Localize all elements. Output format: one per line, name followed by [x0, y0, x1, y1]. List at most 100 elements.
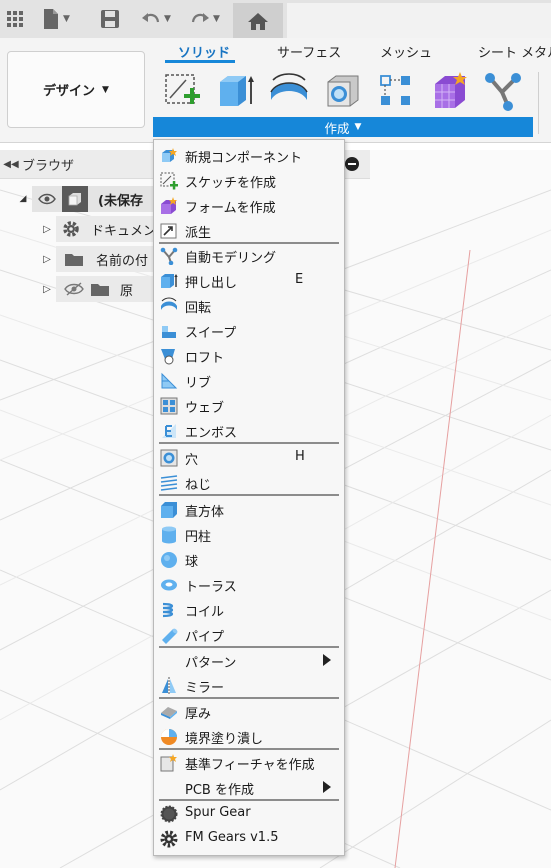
expanded-triangle-icon[interactable]: ◢	[14, 194, 32, 204]
menu-item-pipe[interactable]: パイプ	[154, 622, 344, 647]
menu-item-rib[interactable]: リブ	[154, 368, 344, 393]
menu-item-hole[interactable]: 穴 H	[154, 445, 344, 470]
file-icon[interactable]: ▼	[42, 6, 70, 32]
menu-item-revolve[interactable]: 回転	[154, 293, 344, 318]
menu-item-coil[interactable]: コイル	[154, 597, 344, 622]
ribbon-separator	[538, 72, 539, 134]
extrude-icon[interactable]	[212, 68, 258, 114]
browser-item-named-views[interactable]: ▷ 名前の付	[38, 246, 156, 272]
hole-icon[interactable]	[320, 68, 366, 114]
cylinder-icon	[162, 526, 176, 544]
menu-item-web[interactable]: ウェブ	[154, 393, 344, 418]
browser-item-document-settings[interactable]: ▷ ドキュメン	[38, 216, 156, 242]
menu-item-boundary-fill[interactable]: 境界塗り潰し	[154, 724, 344, 749]
menu-item-label: スイープ	[185, 326, 237, 341]
collapse-icon[interactable]: ◀◀	[0, 159, 22, 170]
extrude-icon	[161, 274, 178, 288]
menu-item-new-component[interactable]: 新規コンポーネント	[154, 143, 344, 168]
menu-item-thicken[interactable]: 厚み	[154, 699, 344, 724]
menu-item-label: 押し出し	[185, 276, 238, 291]
menu-item-label: トーラス	[185, 580, 237, 595]
browser-title: ブラウザ	[22, 158, 75, 174]
menu-item-pattern[interactable]: パターン	[154, 648, 344, 673]
hidden-eye-icon[interactable]	[60, 282, 88, 296]
revolve-icon[interactable]	[266, 68, 312, 114]
workspace-switcher[interactable]: デザイン ▼	[7, 51, 145, 128]
menu-item-automodel[interactable]: 自動モデリング	[154, 243, 344, 268]
tab-surface[interactable]: サーフェス	[277, 42, 341, 64]
menu-item-label: 基準フィーチャを作成	[185, 758, 315, 773]
menu-item-thread[interactable]: ねじ	[154, 470, 344, 495]
grid-icon[interactable]	[6, 6, 24, 32]
menu-item-derive[interactable]: 派生	[154, 218, 344, 243]
thicken-icon	[161, 707, 177, 719]
minus-icon[interactable]	[345, 157, 359, 171]
browser-item-label: 名前の付	[96, 253, 149, 269]
menu-item-label: 新規コンポーネント	[185, 151, 303, 166]
collapsed-triangle-icon[interactable]: ▷	[38, 284, 56, 295]
gear-icon	[60, 220, 83, 238]
menu-item-create-sketch[interactable]: スケッチを作成	[154, 168, 344, 193]
new-sketch-icon[interactable]	[160, 68, 206, 114]
browser-item-origin[interactable]: ▷ 原	[38, 276, 156, 302]
menu-item-create-pcb[interactable]: PCB を作成	[154, 775, 344, 800]
box-icon	[161, 502, 177, 518]
menu-item-mirror[interactable]: ミラー	[154, 673, 344, 698]
menu-item-sweep[interactable]: スイープ	[154, 318, 344, 343]
menu-item-create-form[interactable]: フォームを作成	[154, 193, 344, 218]
menu-item-base-feature[interactable]: 基準フィーチャを作成	[154, 750, 344, 775]
base-feature-icon	[160, 754, 177, 772]
chevron-down-icon: ▼	[63, 14, 70, 24]
menu-item-label: 回転	[185, 301, 212, 316]
tab-mesh[interactable]: メッシュ	[380, 42, 432, 64]
menu-item-sphere[interactable]: 球	[154, 547, 344, 572]
menu-item-box[interactable]: 直方体	[154, 497, 344, 522]
shortcut-key: H	[295, 449, 305, 464]
rib-icon	[161, 372, 178, 389]
chevron-down-icon: ▼	[354, 122, 362, 132]
home-tab[interactable]	[233, 3, 283, 38]
menu-item-label: エンボス	[185, 426, 238, 441]
menu-separator	[159, 494, 339, 496]
boundary-fill-icon	[161, 729, 177, 745]
collapsed-triangle-icon[interactable]: ▷	[38, 224, 56, 235]
chevron-down-icon: ▼	[102, 84, 109, 95]
menu-item-label: PCB を作成	[185, 783, 254, 798]
pattern-icon[interactable]	[373, 68, 419, 114]
menu-item-cylinder[interactable]: 円柱	[154, 522, 344, 547]
undo-icon[interactable]: ▼	[141, 6, 171, 32]
automodel-icon[interactable]	[480, 68, 526, 114]
emboss-icon	[162, 424, 176, 438]
menu-item-spur-gear[interactable]: Spur Gear	[154, 801, 344, 826]
menu-item-label: ロフト	[185, 351, 225, 366]
menu-item-loft[interactable]: ロフト	[154, 343, 344, 368]
spur-gear-icon	[160, 805, 178, 823]
redo-icon[interactable]: ▼	[190, 6, 220, 32]
folder-icon	[60, 251, 88, 267]
menu-item-torus[interactable]: トーラス	[154, 572, 344, 597]
web-icon	[160, 397, 178, 415]
collapsed-triangle-icon[interactable]: ▷	[38, 254, 56, 265]
form-icon[interactable]	[427, 68, 473, 114]
create-dropdown-button[interactable]: 作成 ▼	[153, 117, 533, 137]
derive-icon	[160, 223, 177, 239]
menu-item-emboss[interactable]: エンボス	[154, 418, 344, 443]
save-icon[interactable]	[100, 6, 120, 32]
automodel-icon	[160, 247, 178, 265]
submenu-arrow-icon	[323, 654, 331, 666]
eye-icon[interactable]	[32, 193, 62, 205]
tab-sheet-metal[interactable]: シート メタル	[478, 42, 551, 64]
chevron-down-icon: ▼	[164, 14, 171, 24]
hole-icon	[160, 449, 178, 467]
new-component-icon	[162, 148, 177, 162]
menu-item-fm-gears[interactable]: FM Gears v1.5	[154, 826, 344, 851]
menu-item-label: Spur Gear	[185, 805, 251, 820]
create-form-icon	[161, 197, 177, 214]
document-tab-area	[287, 3, 551, 38]
menu-item-label: スケッチを作成	[185, 176, 277, 191]
menu-item-extrude[interactable]: 押し出し E	[154, 268, 344, 293]
menu-separator	[159, 442, 339, 444]
folder-icon	[88, 281, 112, 297]
chevron-down-icon: ▼	[213, 14, 220, 24]
browser-root-row[interactable]: ◢ (未保存	[14, 186, 172, 212]
